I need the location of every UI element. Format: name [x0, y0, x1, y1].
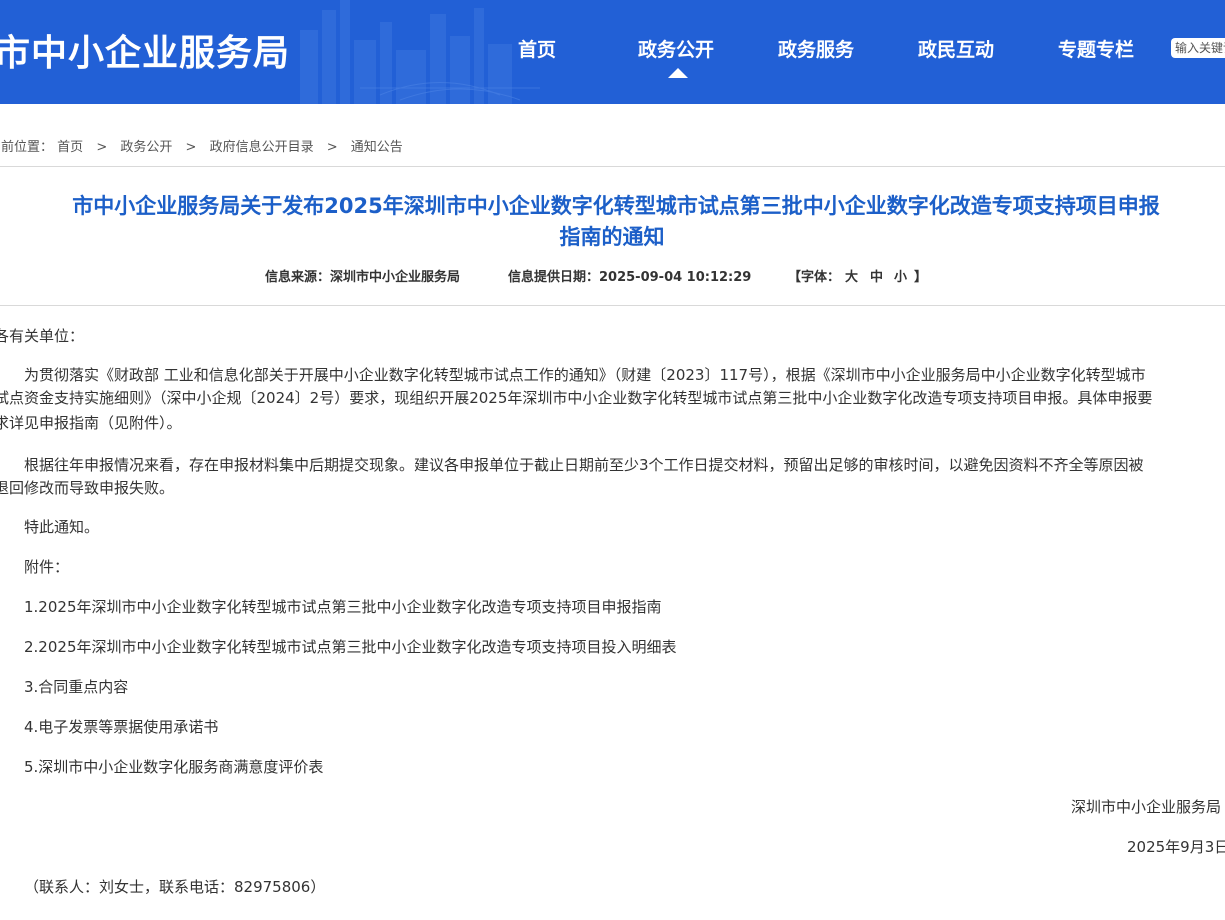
breadcrumb-separator: >: [96, 140, 108, 155]
divider: [0, 305, 1225, 306]
salutation: 各有关单位：: [0, 327, 85, 345]
paragraph-1-line-3: 求详见申报指南（见附件）。: [0, 414, 182, 432]
attachments-label: 附件：: [24, 558, 70, 576]
site-header: 市中小企业服务局 首页 政务公开 政务服务 政民互动 专题专栏: [0, 0, 1225, 104]
info-date: 信息提供日期：2025-09-04 10:12:29: [508, 270, 752, 285]
divider: [0, 166, 1225, 167]
page: 市中小企业服务局 首页 政务公开 政务服务 政民互动 专题专栏 当前位置： 首页…: [0, 0, 1225, 920]
breadcrumb-home[interactable]: 首页: [57, 140, 83, 155]
signature-date: 2025年9月3日: [1127, 838, 1225, 856]
nav-government-affairs[interactable]: 政务公开: [638, 35, 714, 62]
active-nav-indicator: [668, 68, 688, 78]
nav-public-interaction[interactable]: 政民互动: [918, 35, 994, 62]
nav-special-topics[interactable]: 专题专栏: [1058, 35, 1134, 62]
paragraph-1-line-1: 为贯彻落实《财政部 工业和信息化部关于开展中小企业数字化转型城市试点工作的通知》…: [24, 366, 1146, 384]
paragraph-2-line-2: 退回修改而导致申报失败。: [0, 479, 175, 497]
breadcrumb-info-catalog[interactable]: 政府信息公开目录: [210, 140, 314, 155]
font-size-label-open: 【字体：: [788, 270, 841, 285]
breadcrumb-prefix: 当前位置：: [0, 140, 54, 155]
attachment-link[interactable]: 4.电子发票等票据使用承诺书: [24, 716, 218, 739]
contact-info: （联系人：刘女士，联系电话：82975806）: [24, 878, 326, 896]
breadcrumb-government-affairs[interactable]: 政务公开: [120, 140, 172, 155]
attachment-link[interactable]: 2.2025年深圳市中小企业数字化转型城市试点第三批中小企业数字化改造专项支持项…: [24, 636, 677, 659]
font-size-label-close: 】: [914, 270, 928, 285]
font-size-medium-button[interactable]: 中: [870, 266, 883, 285]
paragraph-1-line-2: 试点资金支持实施细则》（深中小企规〔2024〕2号）要求，现组织开展2025年深…: [0, 389, 1153, 407]
breadcrumb-separator: >: [185, 140, 197, 155]
attachment-link[interactable]: 1.2025年深圳市中小企业数字化转型城市试点第三批中小企业数字化改造专项支持项…: [24, 596, 662, 619]
notice-text: 特此通知。: [24, 518, 100, 536]
nav-government-services[interactable]: 政务服务: [778, 35, 854, 62]
attachment-link[interactable]: 3.合同重点内容: [24, 676, 128, 699]
site-title[interactable]: 市中小企业服务局: [0, 24, 290, 76]
signature: 深圳市中小企业服务局: [1071, 798, 1222, 816]
nav-home[interactable]: 首页: [518, 35, 556, 62]
paragraph-2-line-1: 根据往年申报情况来看，存在申报材料集中后期提交现象。建议各申报单位于截止日期前至…: [24, 456, 1144, 474]
breadcrumb-separator: >: [326, 140, 338, 155]
article-title: 市中小企业服务局关于发布2025年深圳市中小企业数字化转型城市试点第三批中小企业…: [0, 191, 1225, 253]
info-source: 信息来源：深圳市中小企业服务局: [265, 270, 461, 285]
breadcrumb: 当前位置： 首页 > 政务公开 > 政府信息公开目录 > 通知公告: [0, 136, 403, 155]
search-input[interactable]: [1171, 38, 1225, 58]
attachment-link[interactable]: 5.深圳市中小企业数字化服务商满意度评价表: [24, 756, 323, 779]
article-title-line2: 指南的通知: [559, 225, 665, 249]
font-size-small-button[interactable]: 小: [894, 266, 907, 285]
breadcrumb-notices[interactable]: 通知公告: [351, 140, 403, 155]
font-size-large-button[interactable]: 大: [845, 266, 858, 285]
article-title-line1: 市中小企业服务局关于发布2025年深圳市中小企业数字化转型城市试点第三批中小企业…: [72, 194, 1160, 218]
